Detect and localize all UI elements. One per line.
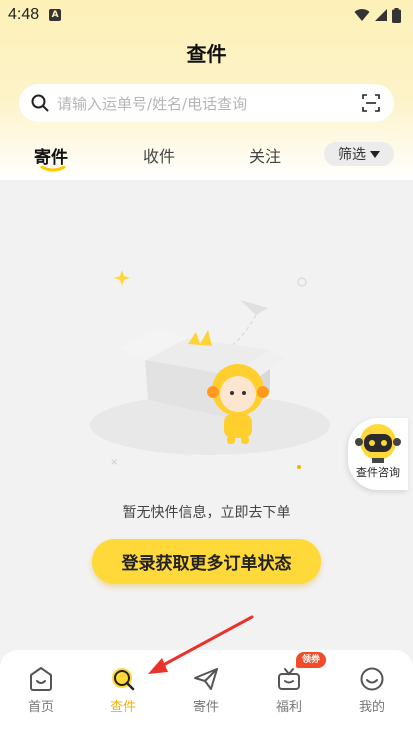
scan-icon[interactable]: [362, 94, 380, 112]
nav-home[interactable]: 首页: [11, 666, 71, 715]
home-icon: [30, 666, 52, 691]
profile-icon: [360, 667, 384, 691]
filter-button[interactable]: 筛选: [324, 142, 394, 166]
tab-follow[interactable]: 关注: [249, 143, 281, 167]
tabs-row: 寄件 收件 关注 筛选: [0, 136, 413, 176]
tab-send[interactable]: 寄件: [34, 143, 68, 168]
search-placeholder: 请输入运单号/姓名/电话查询: [57, 94, 248, 113]
tab-active-indicator: [40, 166, 66, 172]
gift-icon: [278, 668, 300, 690]
tab-receive[interactable]: 收件: [143, 143, 175, 167]
robot-mascot-icon: [355, 424, 401, 463]
search-input[interactable]: 请输入运单号/姓名/电话查询: [19, 84, 394, 122]
inquiry-label: 查件咨询: [356, 466, 400, 479]
annotation-arrow: [148, 615, 254, 674]
nav-welfare-label: 福利: [275, 700, 302, 715]
nav-mine[interactable]: 我的: [342, 666, 402, 715]
nav-mine-label: 我的: [358, 700, 385, 715]
svg-text:×: ×: [110, 457, 118, 468]
empty-message: 暂无快件信息，立即去下单: [122, 505, 291, 521]
nav-query-label: 查件: [109, 700, 136, 715]
nav-home-label: 首页: [27, 700, 54, 715]
caret-down-icon: [370, 150, 380, 158]
coupon-badge: 领券: [296, 652, 326, 668]
wifi-icon: [354, 9, 370, 21]
search-icon: [112, 668, 135, 691]
status-bar: 4:48 A: [0, 0, 413, 30]
battery-icon: [392, 7, 401, 23]
inquiry-widget[interactable]: 查件咨询: [348, 418, 408, 490]
nav-send-label: 寄件: [192, 700, 219, 715]
page-title: 查件: [186, 42, 227, 66]
notification-icon: A: [49, 9, 62, 21]
signal-icon: [375, 9, 387, 21]
empty-illustration: ×: [90, 270, 330, 469]
status-time: 4:48: [8, 6, 40, 23]
filter-label: 筛选: [338, 147, 366, 163]
login-button[interactable]: 登录获取更多订单状态: [92, 539, 321, 584]
nav-welfare[interactable]: 福利: [259, 666, 319, 715]
search-icon: [31, 94, 49, 112]
